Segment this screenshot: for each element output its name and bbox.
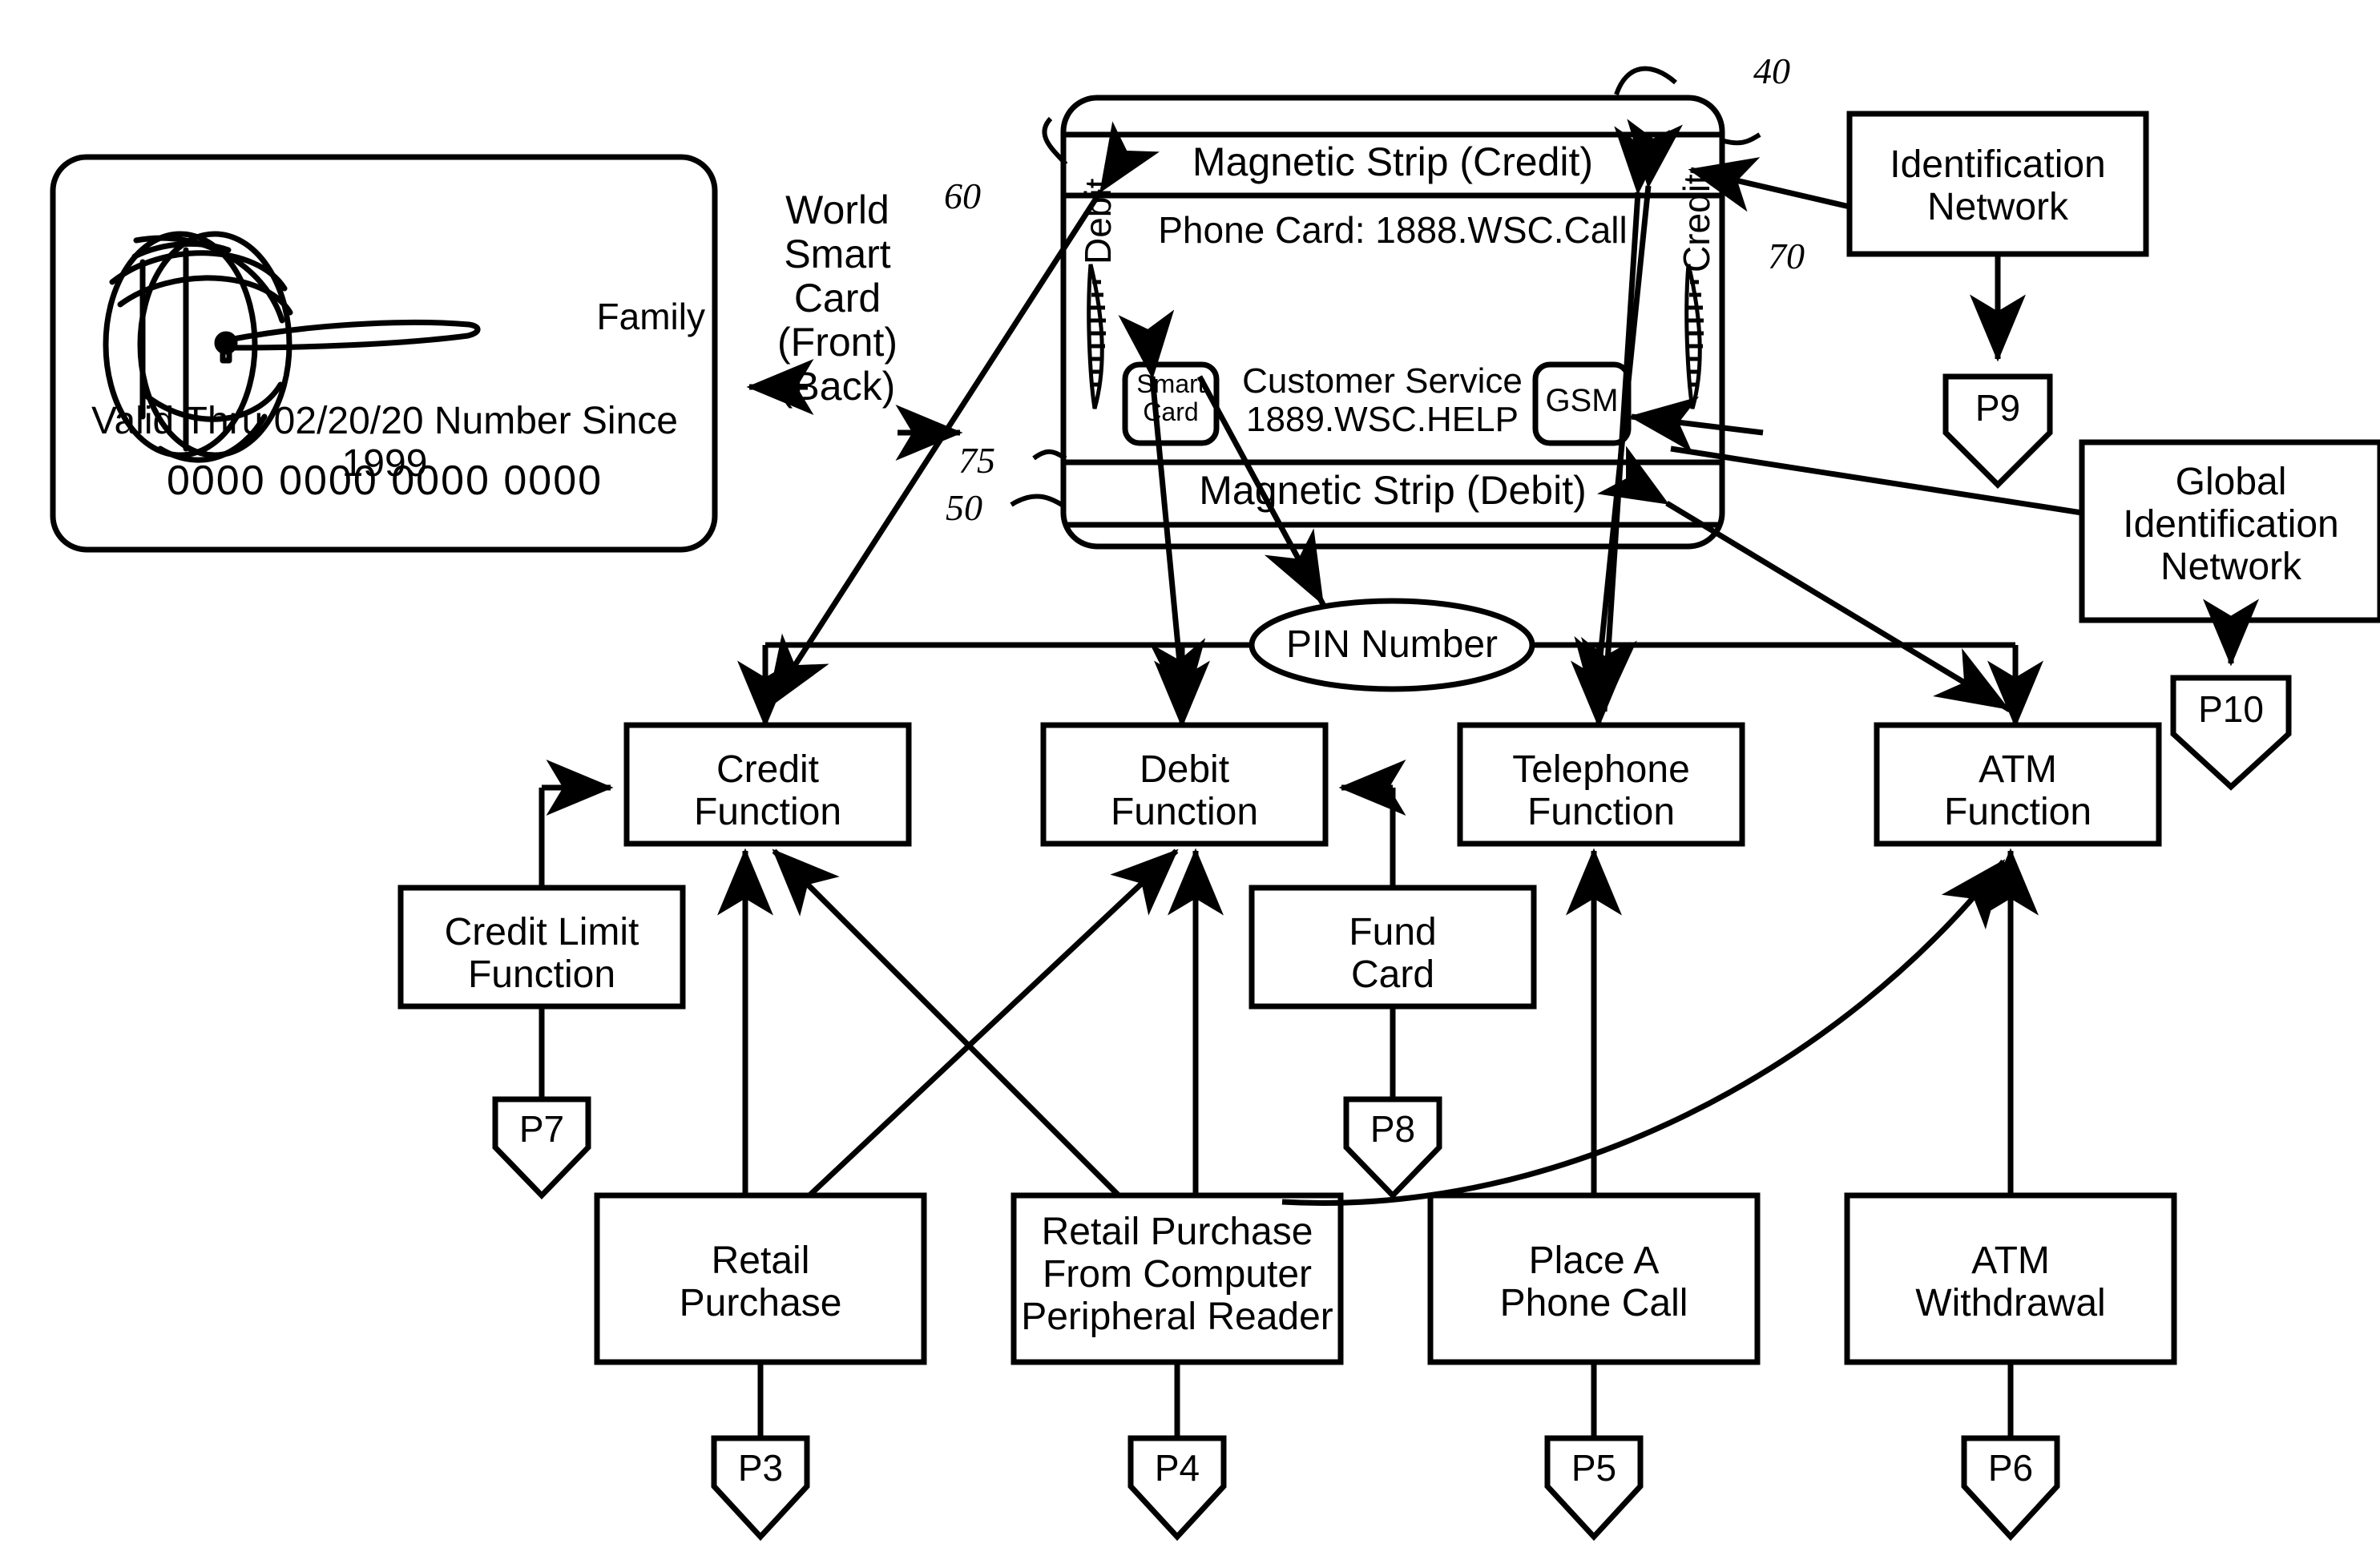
ref-numeral-75: 75: [958, 440, 995, 481]
smart-card-chip-label: Smart Card: [1125, 370, 1216, 425]
pin-number-node-label: PIN Number: [1285, 623, 1499, 666]
credit-limit-line1: Credit Limit: [444, 911, 639, 953]
customer-service-label: Customer Service 1889.WSC.HELP: [1226, 361, 1539, 440]
rp-cpr-line3: Peripheral Reader: [1021, 1295, 1333, 1338]
global-id-network-line3: Network: [2160, 545, 2302, 588]
retail-purchase-computer-peripheral-reader-label: Retail Purchase From Computer Peripheral…: [1014, 1211, 1341, 1338]
ref-numeral-50: 50: [946, 487, 982, 528]
pennant-p3: P3: [737, 1447, 784, 1489]
rp-cpr-line1: Retail Purchase: [1041, 1211, 1313, 1253]
telephone-function-line1: Telephone: [1512, 748, 1690, 791]
atm-function-line2: Function: [1943, 790, 2092, 833]
debit-side-label: Debit: [1077, 178, 1119, 264]
customer-service-line1: Customer Service: [1242, 361, 1523, 401]
phone-card-label: Phone Card: 1888.WSC.Call: [1158, 209, 1628, 251]
place-call-line1: Place A: [1528, 1240, 1660, 1282]
debit-function-line2: Function: [1110, 790, 1259, 833]
atm-withdrawal-line2: Withdrawal: [1915, 1281, 2106, 1324]
pennant-p8: P8: [1370, 1108, 1416, 1150]
credit-side-label: Credit: [1676, 174, 1717, 272]
fund-card-line2: Card: [1350, 953, 1435, 996]
gsm-chip-label: GSM: [1545, 383, 1619, 418]
magnetic-strip-debit-label: Magnetic Strip (Debit): [1199, 468, 1587, 513]
global-id-network-line1: Global: [2175, 461, 2287, 503]
ref-numeral-70: 70: [1768, 236, 1805, 276]
credit-function-label: Credit Function: [627, 748, 909, 834]
credit-function-line2: Function: [693, 790, 842, 833]
retail-purchase-line1: Retail: [711, 1240, 810, 1282]
pennant-p4: P4: [1154, 1447, 1200, 1489]
front-card-brand-label: Family: [596, 296, 705, 337]
debit-function-line1: Debit: [1139, 748, 1230, 791]
caption-line-world: World: [785, 187, 889, 232]
patent-figure-canvas: Family Valid Thru 02/20/20 Number Since …: [0, 0, 2380, 1564]
identification-network-box-label: Identification Network: [1850, 143, 2146, 229]
pennant-p6: P6: [1987, 1447, 2034, 1489]
place-a-phone-call-label: Place A Phone Call: [1430, 1240, 1757, 1325]
pennant-p9: P9: [1975, 387, 2021, 429]
identification-network-line1: Identification: [1890, 143, 2106, 186]
ref-numeral-60: 60: [944, 175, 981, 216]
global-id-network-line2: Identification: [2123, 502, 2339, 546]
atm-function-label: ATM Function: [1877, 748, 2159, 834]
telephone-function-label: Telephone Function: [1460, 748, 1742, 834]
atm-withdrawal-label: ATM Withdrawal: [1847, 1240, 2174, 1325]
ref-numeral-40: 40: [1753, 50, 1790, 91]
global-identification-network-box-label: Global Identification Network: [2082, 461, 2380, 588]
caption-line-smart: Smart: [784, 232, 891, 276]
smart-card-chip-line1: Smart: [1136, 369, 1205, 398]
atm-function-line1: ATM: [1979, 748, 2057, 791]
caption-line-front: (Front): [777, 320, 898, 365]
front-card-number: 0000 0000 0000 0000: [166, 458, 603, 504]
pennant-p7: P7: [518, 1108, 565, 1150]
place-call-line2: Phone Call: [1499, 1281, 1688, 1324]
fund-card-label: Fund Card: [1252, 911, 1534, 997]
identification-network-line2: Network: [1926, 185, 2069, 228]
caption-line-card: Card: [793, 276, 881, 320]
debit-function-label: Debit Function: [1043, 748, 1325, 834]
telephone-function-line2: Function: [1527, 790, 1676, 833]
rp-cpr-line2: From Computer: [1042, 1252, 1313, 1296]
world-smart-card-caption: World Smart Card (Front) (Back): [745, 188, 930, 409]
smart-card-chip-line2: Card: [1143, 397, 1199, 426]
retail-purchase-line2: Purchase: [679, 1281, 842, 1324]
pennant-p10: P10: [2198, 688, 2264, 730]
magnetic-strip-credit-label: Magnetic Strip (Credit): [1192, 139, 1594, 184]
credit-function-line1: Credit: [716, 748, 820, 791]
pennant-p5: P5: [1571, 1447, 1617, 1489]
retail-purchase-label: Retail Purchase: [597, 1240, 924, 1325]
customer-service-line2: 1889.WSC.HELP: [1246, 400, 1519, 440]
credit-limit-line2: Function: [467, 953, 616, 996]
fund-card-line1: Fund: [1349, 911, 1437, 953]
atm-withdrawal-line1: ATM: [1971, 1240, 2050, 1282]
credit-limit-function-label: Credit Limit Function: [401, 911, 683, 997]
caption-line-back: (Back): [779, 364, 896, 409]
